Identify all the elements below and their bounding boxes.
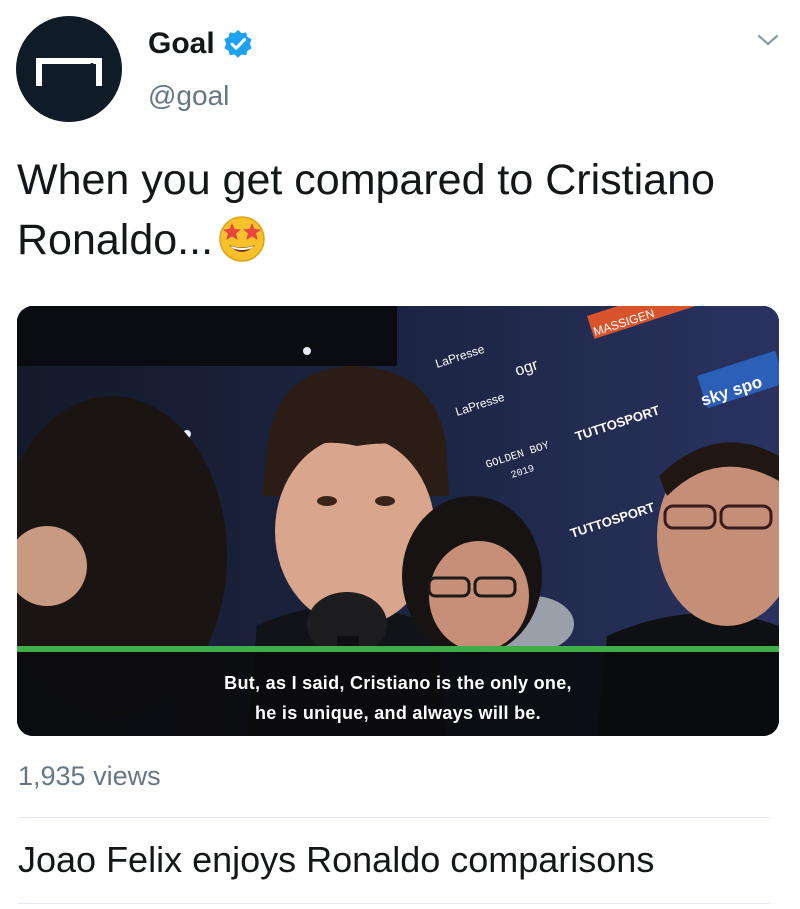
author-name-row[interactable]: Goal <box>148 24 253 64</box>
subtitle-line-1: But, as I said, Cristiano is the only on… <box>224 673 572 693</box>
subtitle-line-2: he is unique, and always will be. <box>255 703 541 723</box>
tweet-text-content: When you get compared to Cristiano Ronal… <box>17 156 715 264</box>
view-count: 1,935 views <box>18 761 161 791</box>
divider <box>18 903 770 904</box>
avatar[interactable] <box>16 16 122 122</box>
author-handle[interactable]: @goal <box>148 78 229 114</box>
author-display-name[interactable]: Goal <box>148 24 215 64</box>
goal-logo-icon <box>36 58 102 86</box>
chevron-down-icon[interactable] <box>756 32 780 53</box>
star-struck-emoji-icon <box>215 210 269 280</box>
video-card-title[interactable]: Joao Felix enjoys Ronaldo comparisons <box>18 838 654 882</box>
divider <box>18 817 770 818</box>
tweet-text: When you get compared to Cristiano Ronal… <box>17 150 777 280</box>
tweet: Goal @goal When you get compared to Cris… <box>0 0 800 909</box>
video-player[interactable]: LaPresse ogr MASSIGEN LaPresse GOLDEN BO… <box>17 306 779 736</box>
subtitle-bar: But, as I said, Cristiano is the only on… <box>17 646 779 736</box>
verified-badge-icon <box>223 29 253 59</box>
